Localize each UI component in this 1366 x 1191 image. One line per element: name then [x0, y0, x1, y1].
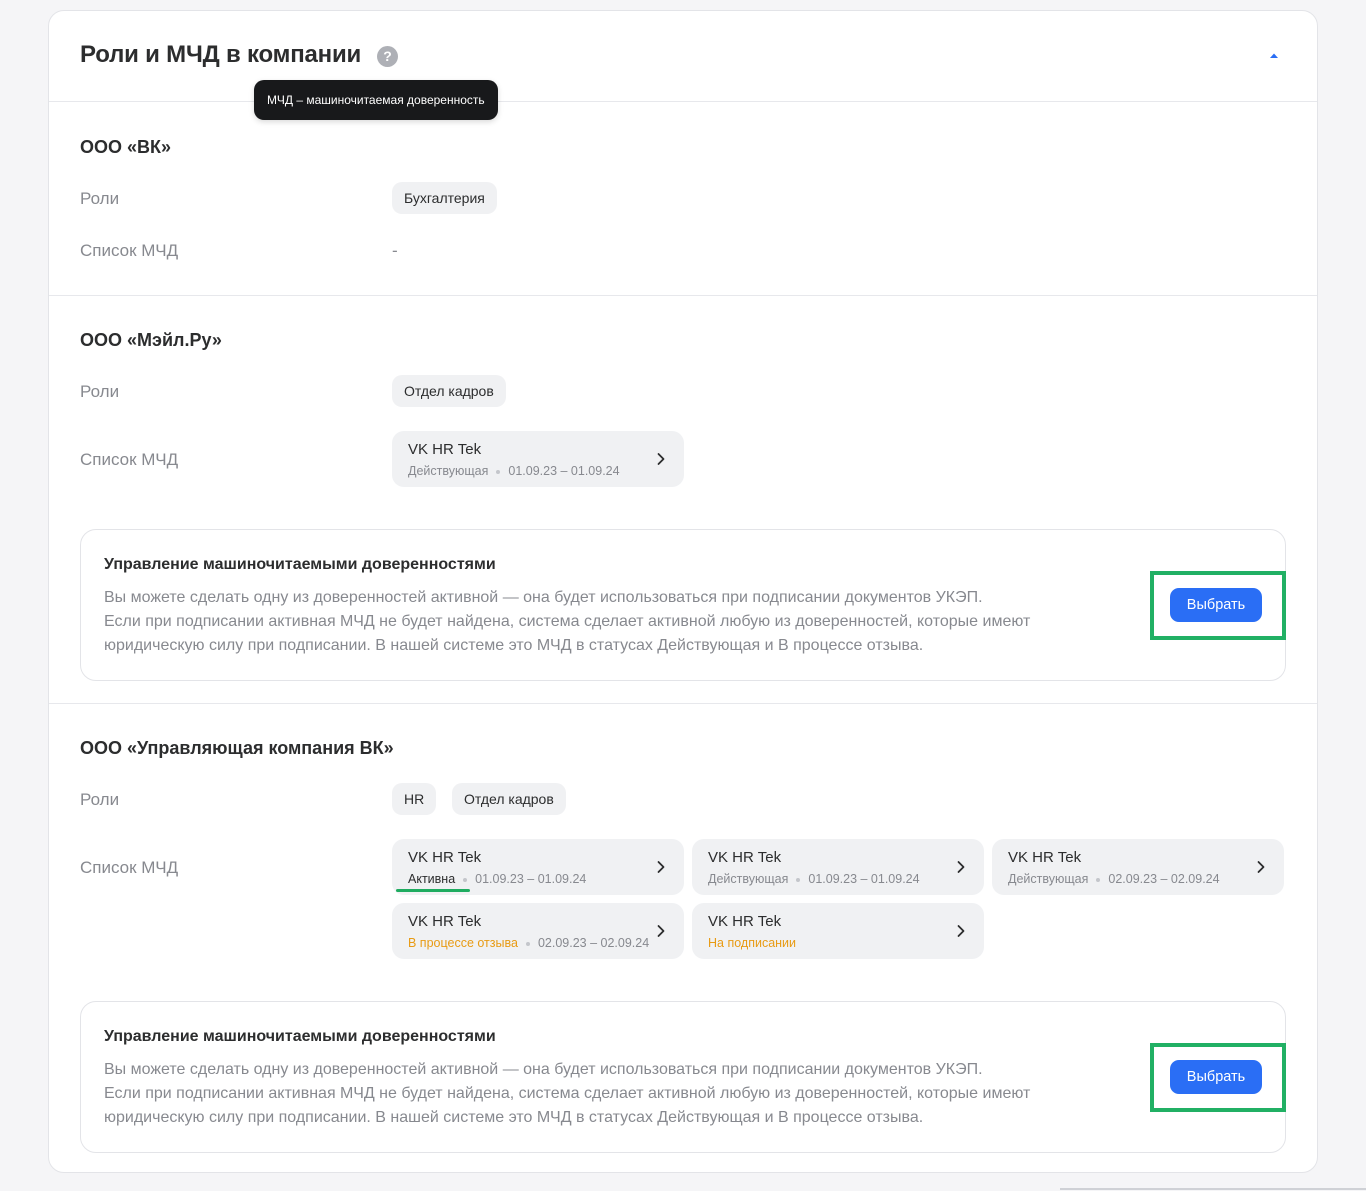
- mcd-card[interactable]: VK HR Tek Действующая 01.09.23 – 01.09.24: [692, 839, 984, 895]
- active-underline: [396, 889, 470, 892]
- roles-label: Роли: [80, 790, 120, 809]
- management-description: Вы можете сделать одну из доверенностей …: [104, 1058, 1114, 1130]
- tooltip: МЧД – машиночитаемая доверенность: [254, 80, 498, 120]
- mcd-status: Действующая: [408, 464, 489, 478]
- mcd-meta: Действующая 01.09.23 – 01.09.24: [408, 464, 620, 478]
- mcd-status: Действующая: [1008, 872, 1089, 886]
- description-line: Вы можете сделать одну из доверенностей …: [104, 589, 983, 606]
- chevron-right-icon: [957, 861, 965, 873]
- separator-dot: [796, 877, 801, 882]
- mcd-status: В процессе отзыва: [408, 936, 518, 950]
- mcd-period: 01.09.23 – 01.09.24: [475, 872, 587, 886]
- mcd-title: VK HR Tek: [1008, 849, 1082, 866]
- mcd-period: 01.09.23 – 01.09.24: [808, 872, 920, 886]
- mcd-list-label: Список МЧД: [80, 450, 179, 469]
- caret-up-icon[interactable]: [1265, 47, 1283, 65]
- roles-label: Роли: [80, 189, 120, 208]
- company-section: ООО «Управляющая компания ВК» Роли HR От…: [49, 704, 1317, 1174]
- mcd-period: 02.09.23 – 02.09.24: [537, 936, 650, 950]
- mcd-status: На подписании: [708, 936, 797, 950]
- divider: [1060, 1188, 1366, 1190]
- management-title: Управление машиночитаемыми доверенностям…: [104, 1028, 496, 1045]
- description-line: Если при подписании активная МЧД не буде…: [104, 613, 1031, 654]
- mcd-title: VK HR Tek: [408, 849, 482, 866]
- mcd-card[interactable]: VK HR Tek В процессе отзыва 02.09.23 – 02…: [392, 903, 684, 959]
- mcd-management-panel: Управление машиночитаемыми доверенностям…: [80, 1001, 1286, 1153]
- role-chip: Бухгалтерия: [392, 182, 497, 214]
- mcd-meta: В процессе отзыва 02.09.23 – 02.09.24: [408, 936, 649, 950]
- mcd-title: VK HR Tek: [408, 441, 482, 458]
- mcd-title: VK HR Tek: [408, 913, 482, 930]
- mcd-meta: На подписании: [708, 936, 796, 950]
- separator-dot: [1096, 877, 1101, 882]
- company-name: ООО «Управляющая компания ВК»: [80, 738, 394, 758]
- mcd-card[interactable]: VK HR Tek Действующая 01.09.23 – 01.09.24: [392, 431, 684, 487]
- mcd-list-label: Список МЧД: [80, 241, 179, 260]
- mcd-meta: Активна 01.09.23 – 01.09.24: [408, 872, 586, 886]
- roles-mcd-card: Роли и МЧД в компании ? МЧД – машиночита…: [48, 10, 1318, 1173]
- role-chip: Отдел кадров: [452, 783, 566, 815]
- mcd-meta: Действующая 02.09.23 – 02.09.24: [1008, 872, 1220, 886]
- mcd-status: Активна: [408, 872, 456, 886]
- chevron-right-icon: [657, 453, 665, 465]
- chevron-right-icon: [657, 925, 665, 937]
- chevron-right-icon: [957, 925, 965, 937]
- mcd-period: 01.09.23 – 01.09.24: [508, 464, 620, 478]
- select-button[interactable]: Выбрать: [1170, 588, 1262, 622]
- mcd-card[interactable]: VK HR Tek Активна 01.09.23 – 01.09.24: [392, 839, 684, 895]
- company-name: ООО «ВК»: [80, 137, 172, 157]
- mcd-empty-value: -: [392, 241, 398, 260]
- page-title: Роли и МЧД в компании: [80, 41, 362, 68]
- mcd-card[interactable]: VK HR Tek На подписании: [692, 903, 984, 959]
- roles-label: Роли: [80, 382, 120, 401]
- description-line: Если при подписании активная МЧД не буде…: [104, 1085, 1031, 1126]
- company-name: ООО «Мэйл.Ру»: [80, 330, 222, 350]
- mcd-status: Действующая: [708, 872, 789, 886]
- description-line: Вы можете сделать одну из доверенностей …: [104, 1061, 983, 1078]
- mcd-list-label: Список МЧД: [80, 858, 179, 877]
- role-chip: Отдел кадров: [392, 375, 506, 407]
- mcd-period: 02.09.23 – 02.09.24: [1108, 872, 1220, 886]
- separator-dot: [525, 941, 530, 946]
- select-button[interactable]: Выбрать: [1170, 1060, 1262, 1094]
- role-chip: HR: [392, 783, 437, 815]
- mcd-meta: Действующая 01.09.23 – 01.09.24: [708, 872, 920, 886]
- card-header[interactable]: Роли и МЧД в компании ?: [49, 11, 1317, 102]
- management-title: Управление машиночитаемыми доверенностям…: [104, 556, 496, 573]
- question-circle-icon[interactable]: ?: [377, 46, 398, 67]
- mcd-title: VK HR Tek: [708, 849, 782, 866]
- management-description: Вы можете сделать одну из доверенностей …: [104, 586, 1114, 658]
- company-section: ООО «ВК» Роли Бухгалтерия Список МЧД -: [49, 103, 1317, 296]
- separator-dot: [463, 877, 468, 882]
- mcd-management-panel: Управление машиночитаемыми доверенностям…: [80, 529, 1286, 681]
- separator-dot: [496, 469, 501, 474]
- mcd-card[interactable]: VK HR Tek Действующая 02.09.23 – 02.09.24: [992, 839, 1284, 895]
- chevron-right-icon: [1257, 861, 1265, 873]
- chevron-right-icon: [657, 861, 665, 873]
- mcd-title: VK HR Tek: [708, 913, 782, 930]
- company-section: ООО «Мэйл.Ру» Роли Отдел кадров Список М…: [49, 296, 1317, 704]
